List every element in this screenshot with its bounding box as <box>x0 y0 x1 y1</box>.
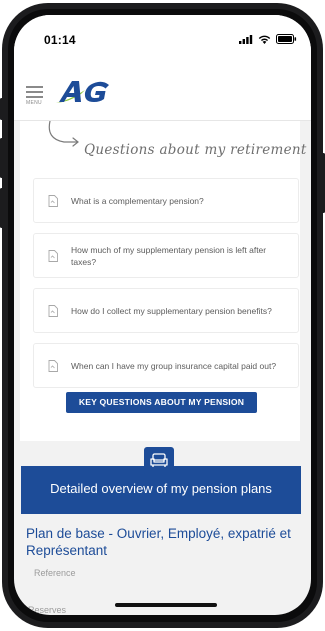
arrow-doodle-icon <box>48 121 79 147</box>
screen: 01:14 MENU Questions about my retirement… <box>14 15 311 615</box>
document-icon <box>48 194 58 207</box>
sofa-badge <box>144 447 174 475</box>
retirement-section: Questions about my retirement What is a … <box>20 121 306 441</box>
section-title: Questions about my retirement <box>84 142 307 158</box>
question-item[interactable]: How do I collect my supplementary pensio… <box>33 288 299 333</box>
question-item[interactable]: How much of my supplementary pension is … <box>33 233 299 278</box>
volume-down-button <box>0 188 3 228</box>
signal-icon <box>239 34 253 44</box>
status-time: 01:14 <box>44 33 76 47</box>
question-list: What is a complementary pension? How muc… <box>33 178 299 398</box>
status-icons <box>239 34 297 44</box>
app-header: MENU <box>14 65 311 121</box>
question-item[interactable]: What is a complementary pension? <box>33 178 299 223</box>
document-icon <box>48 304 58 317</box>
document-icon <box>48 359 58 372</box>
wifi-icon <box>258 35 271 44</box>
menu-icon-line <box>26 91 43 93</box>
volume-up-button <box>0 138 3 178</box>
home-indicator[interactable] <box>115 603 217 607</box>
question-text: When can I have my group insurance capit… <box>71 360 277 371</box>
ag-logo[interactable] <box>54 78 116 106</box>
battery-icon <box>276 34 297 44</box>
question-text: What is a complementary pension? <box>71 195 204 206</box>
reference-label: Reference <box>34 568 76 578</box>
menu-label: MENU <box>26 100 42 106</box>
menu-button[interactable]: MENU <box>26 86 46 106</box>
question-text: How do I collect my supplementary pensio… <box>71 305 272 316</box>
key-questions-button[interactable]: KEY QUESTIONS ABOUT MY PENSION <box>66 392 257 413</box>
sofa-icon <box>150 453 168 467</box>
question-text: How much of my supplementary pension is … <box>71 244 267 267</box>
question-item[interactable]: When can I have my group insurance capit… <box>33 343 299 388</box>
status-bar: 01:14 <box>14 15 311 65</box>
reserves-label: Reserves <box>28 605 67 615</box>
overview-title: Detailed overview of my pension plans <box>50 481 272 496</box>
plan-title[interactable]: Plan de base - Ouvrier, Employé, expatri… <box>26 525 296 559</box>
document-icon <box>48 249 58 262</box>
menu-icon-line <box>26 96 43 98</box>
menu-icon-line <box>26 86 43 88</box>
scroll-content[interactable]: Questions about my retirement What is a … <box>14 121 311 615</box>
silent-switch <box>0 98 3 120</box>
